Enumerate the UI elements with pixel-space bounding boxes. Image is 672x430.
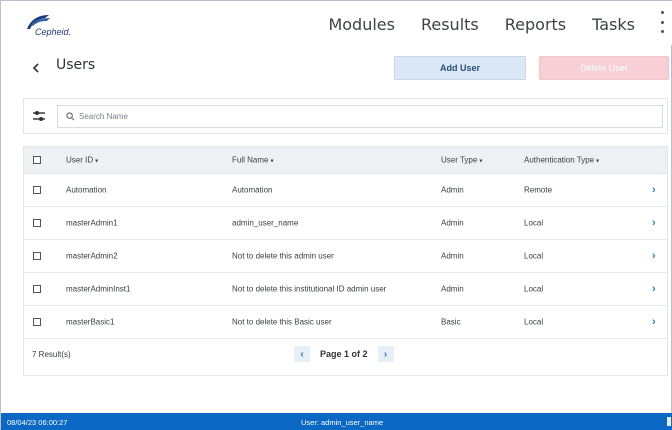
table-row[interactable]: Automation Automation Admin Remote ›: [24, 174, 667, 207]
row-checkbox[interactable]: [33, 186, 41, 194]
search-icon: [66, 112, 75, 121]
cell-full-name: Not to delete this admin user: [232, 251, 334, 261]
cell-auth-type: Local: [524, 218, 544, 228]
search-input[interactable]: [79, 112, 639, 121]
nav-reports[interactable]: Reports: [505, 15, 566, 34]
cell-user-id: Automation: [66, 185, 107, 195]
column-header-user-id[interactable]: User ID ▾: [66, 156, 98, 165]
search-box[interactable]: [57, 105, 663, 128]
cell-user-type: Basic: [441, 317, 461, 327]
main-nav: Modules Results Reports Tasks: [328, 15, 635, 34]
table-row[interactable]: masterAdmin2 Not to delete this admin us…: [24, 240, 667, 273]
cell-user-id: masterAdmin1: [66, 218, 118, 228]
nav-tasks[interactable]: Tasks: [592, 15, 635, 34]
cell-auth-type: Remote: [524, 185, 553, 195]
table-row[interactable]: masterAdminInst1 Not to delete this inst…: [24, 273, 667, 306]
cell-full-name: admin_user_name: [232, 218, 299, 228]
column-header-full-name[interactable]: Full Name ▾: [232, 156, 273, 165]
cell-auth-type: Local: [524, 284, 544, 294]
chevron-left-icon: [32, 63, 39, 73]
page-label: Page 1 of 2: [320, 349, 368, 359]
table-row[interactable]: masterAdmin1 admin_user_name Admin Local…: [24, 207, 667, 240]
delete-user-button[interactable]: Delete User: [539, 56, 669, 80]
cell-full-name: Not to delete this institutional ID admi…: [232, 284, 387, 294]
cell-user-type: Admin: [441, 218, 464, 228]
chevron-right-icon[interactable]: ›: [652, 250, 656, 262]
cell-auth-type: Local: [524, 251, 544, 261]
status-user: User: admin_user_name: [301, 418, 384, 427]
chevron-right-icon[interactable]: ›: [652, 184, 656, 196]
logo-text: Cepheid.: [35, 27, 72, 37]
column-header-label: User ID: [66, 155, 94, 165]
row-checkbox[interactable]: [33, 318, 41, 326]
cell-user-id: masterBasic1: [66, 317, 115, 327]
cell-user-id: masterAdmin2: [66, 251, 118, 261]
page-title: Users: [56, 57, 96, 73]
cell-full-name: Automation: [232, 185, 273, 195]
next-page-button[interactable]: ›: [377, 346, 394, 362]
chevron-right-icon[interactable]: ›: [652, 316, 656, 328]
row-checkbox[interactable]: [33, 285, 41, 293]
column-header-user-type[interactable]: User Type ▾: [441, 156, 482, 165]
search-panel: [23, 98, 668, 134]
top-bar: Cepheid. Modules Results Reports Tasks: [1, 1, 672, 45]
cell-user-type: Admin: [441, 251, 464, 261]
cell-user-id: masterAdminInst1: [66, 284, 131, 294]
chevron-right-icon[interactable]: ›: [652, 217, 656, 229]
more-menu-icon[interactable]: [657, 11, 667, 33]
row-checkbox[interactable]: [33, 219, 41, 227]
cell-full-name: Not to delete this Basic user: [232, 317, 332, 327]
cell-auth-type: Local: [524, 317, 544, 327]
select-all-checkbox[interactable]: [33, 156, 41, 164]
result-count: 7 Result(s): [32, 350, 71, 359]
back-button[interactable]: [25, 57, 47, 79]
prev-page-button[interactable]: ‹: [294, 346, 310, 362]
sort-caret-icon: ▾: [270, 158, 274, 165]
row-checkbox[interactable]: [33, 252, 41, 260]
column-header-label: Authentication Type: [524, 155, 595, 165]
sort-caret-icon: ▾: [95, 158, 99, 165]
table-row[interactable]: masterBasic1 Not to delete this Basic us…: [24, 306, 667, 339]
column-header-label: User Type: [441, 155, 478, 165]
chevron-right-icon[interactable]: ›: [652, 283, 656, 295]
status-edge-marker: [667, 417, 671, 426]
sort-caret-icon: ▾: [479, 158, 483, 165]
cell-user-type: Admin: [441, 284, 464, 294]
table-header-row: User ID ▾ Full Name ▾ User Type ▾ Authentic…: [24, 147, 667, 174]
filter-icon[interactable]: [32, 110, 46, 122]
status-timestamp: 08/04/23 06:00:27: [7, 418, 68, 427]
users-table: User ID ▾ Full Name ▾ User Type ▾ Authentic…: [23, 146, 668, 376]
nav-modules[interactable]: Modules: [328, 15, 395, 34]
sort-caret-icon: ▾: [596, 158, 600, 165]
cell-user-type: Admin: [441, 185, 464, 195]
column-header-label: Full Name: [232, 155, 269, 165]
pagination: ‹ Page 1 of 2 ›: [294, 344, 394, 364]
nav-results[interactable]: Results: [421, 15, 479, 34]
status-bar: 08/04/23 06:00:27 User: admin_user_name: [1, 413, 672, 430]
app-window: Cepheid. Modules Results Reports Tasks U…: [0, 0, 672, 430]
column-header-auth-type[interactable]: Authentication Type ▾: [524, 156, 599, 165]
add-user-button[interactable]: Add User: [394, 56, 526, 80]
cepheid-logo: Cepheid.: [23, 11, 87, 39]
